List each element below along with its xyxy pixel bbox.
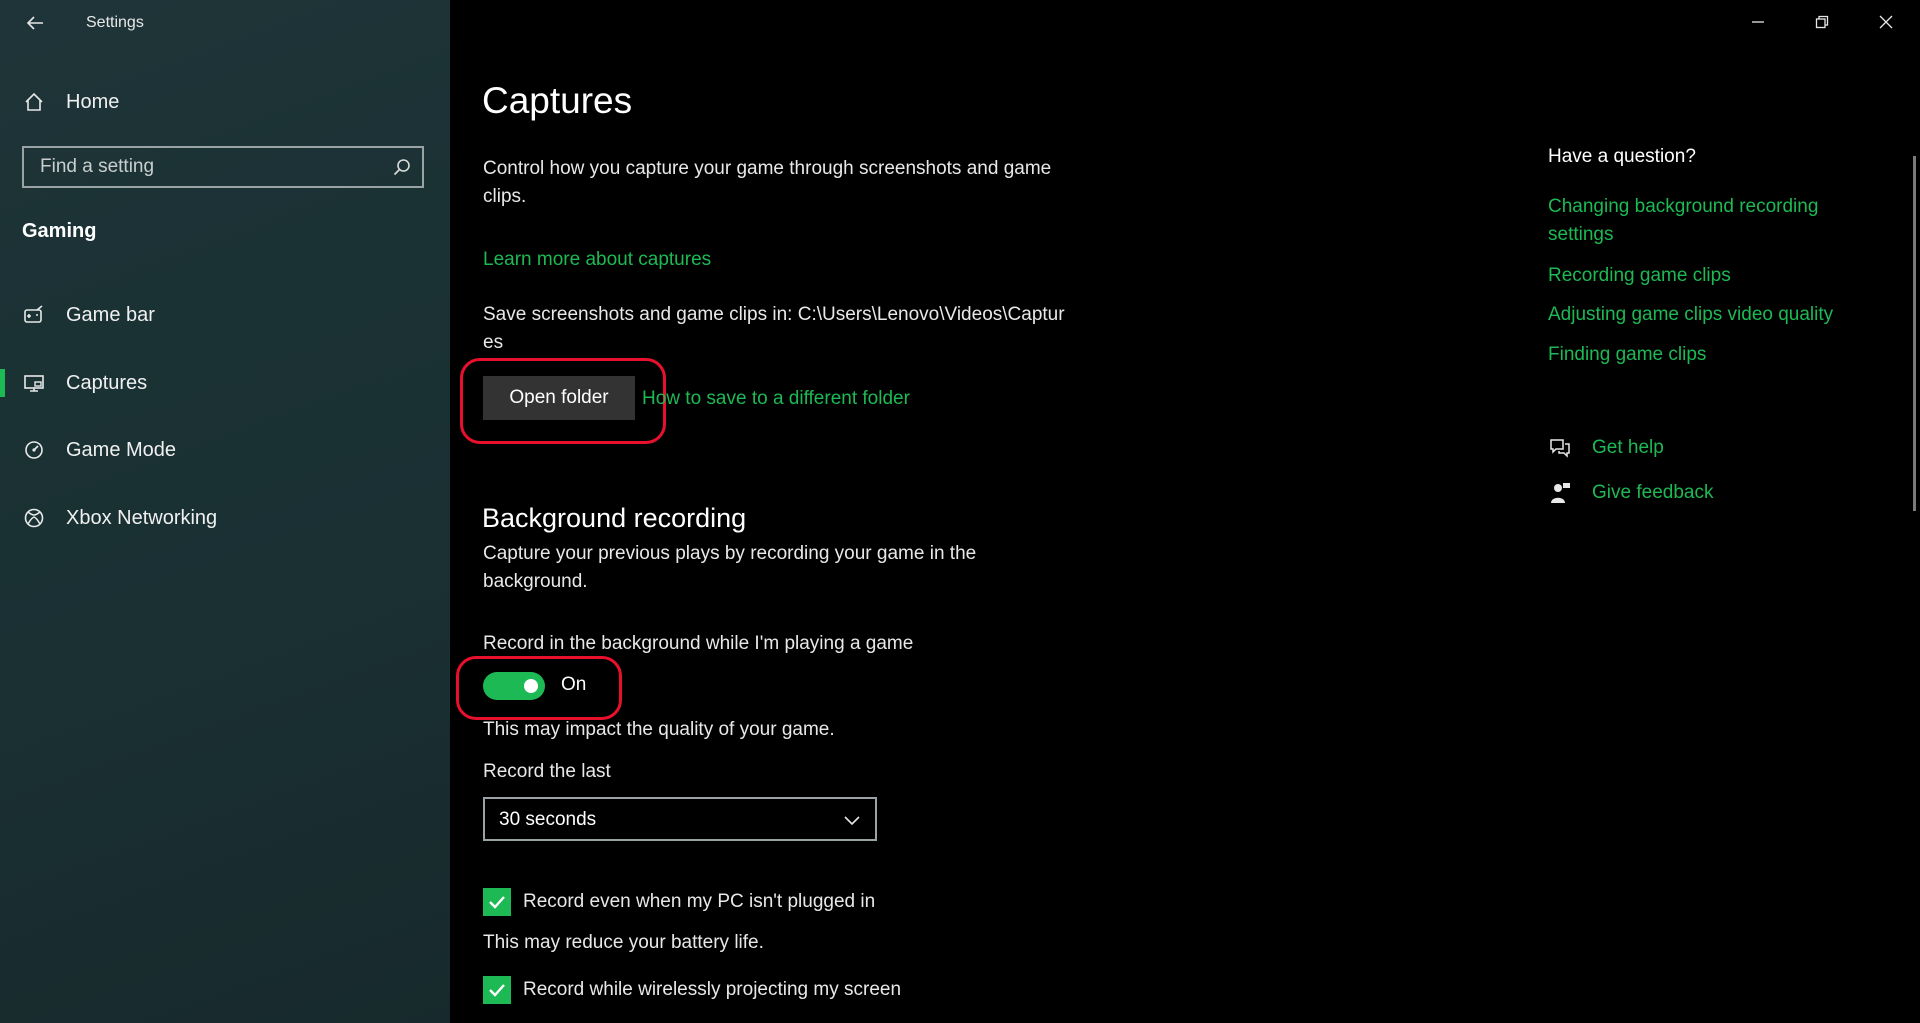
record-background-toggle[interactable] [483, 672, 545, 700]
sidebar-item-captures[interactable]: Captures [0, 359, 450, 407]
give-feedback-link[interactable]: Give feedback [1592, 479, 1920, 507]
sidebar-item-game-bar[interactable]: Game bar [0, 291, 450, 339]
record-last-select[interactable]: 30 seconds [483, 797, 877, 841]
learn-more-link[interactable]: Learn more about captures [483, 249, 711, 271]
back-arrow-icon [26, 16, 43, 30]
help-link-background-settings[interactable]: Changing background recording settings [1548, 193, 1878, 249]
sidebar-item-label: Xbox Networking [66, 506, 218, 529]
sidebar-item-label: Game bar [66, 303, 155, 326]
captures-icon [22, 371, 46, 395]
background-recording-heading: Background recording [482, 503, 747, 533]
checkmark-icon [489, 984, 505, 997]
help-link-video-quality[interactable]: Adjusting game clips video quality [1548, 301, 1878, 329]
sidebar-item-label: Captures [66, 371, 148, 394]
help-link-recording-clips[interactable]: Recording game clips [1548, 262, 1878, 290]
checkmark-icon [489, 896, 505, 909]
home-icon [22, 90, 46, 114]
different-folder-link[interactable]: How to save to a different folder [642, 388, 910, 410]
main-content: Captures Control how you capture your ga… [450, 0, 1920, 1023]
page-title: Captures [482, 80, 633, 121]
scrollbar[interactable] [1913, 156, 1916, 511]
xbox-icon [22, 506, 46, 530]
give-feedback-icon [1551, 483, 1570, 503]
help-heading: Have a question? [1548, 146, 1696, 167]
title-bar: Settings [0, 0, 450, 46]
record-last-label: Record the last [483, 761, 611, 782]
back-button[interactable] [20, 8, 50, 38]
background-description: Capture your previous plays by recording… [483, 543, 977, 592]
sidebar-item-xbox-networking[interactable]: Xbox Networking [0, 494, 450, 542]
get-help-link[interactable]: Get help [1592, 434, 1920, 462]
open-folder-button[interactable]: Open folder [483, 376, 635, 420]
intro-text: Control how you capture your game throug… [483, 158, 1052, 207]
plugged-in-checkbox[interactable] [483, 888, 511, 916]
sidebar-item-game-mode[interactable]: Game Mode [0, 426, 450, 474]
home-label: Home [66, 90, 120, 113]
nav-home[interactable]: Home [0, 82, 450, 122]
sidebar: Settings Home Gaming Game bar [0, 0, 450, 1023]
record-last-value: 30 seconds [499, 809, 597, 830]
section-label-gaming: Gaming [22, 220, 97, 242]
app-title: Settings [86, 14, 144, 31]
get-help-icon [1550, 439, 1570, 458]
game-mode-icon [22, 438, 46, 462]
record-background-label: Record in the background while I'm playi… [483, 633, 914, 654]
chevron-down-icon [844, 816, 860, 826]
help-link-finding-clips[interactable]: Finding game clips [1548, 341, 1878, 369]
search-box[interactable] [22, 146, 424, 188]
impact-note: This may impact the quality of your game… [483, 719, 835, 740]
save-location-text: Save screenshots and game clips in: C:\U… [483, 304, 1065, 353]
game-bar-icon [22, 303, 46, 327]
search-icon[interactable] [392, 157, 412, 177]
toggle-state-label: On [561, 674, 587, 695]
search-input[interactable] [38, 155, 382, 179]
projecting-checkbox[interactable] [483, 976, 511, 1004]
toggle-knob [524, 679, 538, 693]
projecting-checkbox-label: Record while wirelessly projecting my sc… [523, 979, 902, 1000]
plugged-in-checkbox-label: Record even when my PC isn't plugged in [523, 891, 876, 912]
sidebar-item-label: Game Mode [66, 438, 177, 461]
battery-note: This may reduce your battery life. [483, 932, 764, 953]
